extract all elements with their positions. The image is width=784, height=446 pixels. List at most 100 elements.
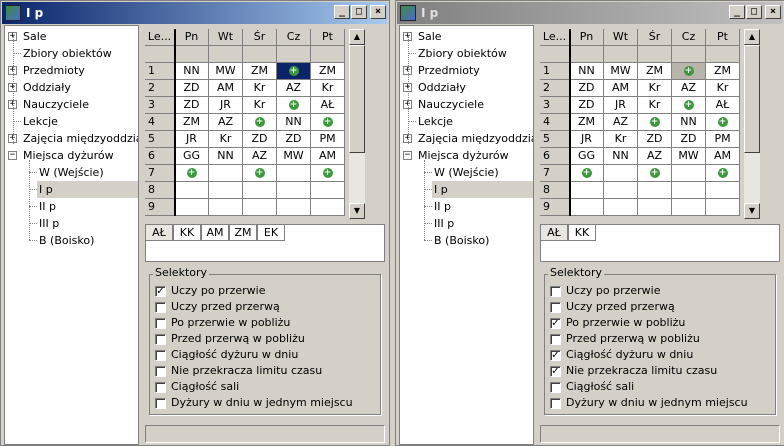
selector-checkbox[interactable]: Nie przekracza limitu czasu xyxy=(155,363,322,379)
row-header[interactable]: 5 xyxy=(540,131,570,148)
column-header[interactable]: Wt xyxy=(209,29,243,46)
tree-expander-icon[interactable]: − xyxy=(8,151,17,160)
grid-cell[interactable]: JR xyxy=(604,97,638,114)
tree-child-item[interactable]: II p xyxy=(432,198,453,215)
checkbox-box[interactable] xyxy=(155,365,166,377)
tree-item[interactable]: Zajęcia międzyoddziało xyxy=(21,130,138,147)
grid-cell[interactable]: AM xyxy=(706,148,740,165)
column-header[interactable]: Pt xyxy=(706,29,740,46)
selector-checkbox[interactable]: ✓ Po przerwie w pobliżu xyxy=(550,315,685,331)
minimize-icon[interactable]: _ xyxy=(334,5,350,19)
grid-cell[interactable]: NN xyxy=(175,63,209,80)
grid-cell[interactable]: GG xyxy=(175,148,209,165)
title-bar[interactable]: I p _ □ × xyxy=(397,2,783,24)
scroll-thumb[interactable] xyxy=(744,45,760,153)
row-header[interactable]: 9 xyxy=(540,199,570,216)
grid-cell[interactable]: Kr xyxy=(638,97,672,114)
grid-cell[interactable]: + xyxy=(277,97,311,114)
grid-cell[interactable]: JR xyxy=(209,97,243,114)
selector-checkbox[interactable]: Uczy po przerwie xyxy=(550,283,660,299)
grid-cell[interactable] xyxy=(277,165,311,182)
grid-cell[interactable]: NN xyxy=(277,114,311,131)
title-bar[interactable]: I p _ □ × xyxy=(2,2,388,24)
tab-kk[interactable]: KK xyxy=(568,224,596,241)
checkbox-box[interactable] xyxy=(155,381,166,393)
tab-kk[interactable]: KK xyxy=(173,224,201,241)
grid-cell[interactable] xyxy=(175,182,209,199)
tab-ał[interactable]: AŁ xyxy=(145,224,173,241)
selector-checkbox[interactable]: Ciągłość sali xyxy=(550,379,634,395)
grid-cell[interactable] xyxy=(672,199,706,216)
grid-cell[interactable]: AM xyxy=(311,148,345,165)
grid-cell[interactable]: + xyxy=(638,165,672,182)
grid-cell[interactable]: AZ xyxy=(638,148,672,165)
grid-cell[interactable]: Kr xyxy=(311,80,345,97)
tree-item[interactable]: Sale xyxy=(416,28,444,45)
column-header[interactable]: Le... xyxy=(540,29,570,46)
grid-cell[interactable]: + xyxy=(706,165,740,182)
grid-cell[interactable] xyxy=(243,199,277,216)
grid-cell[interactable]: ZM xyxy=(175,114,209,131)
grid-cell[interactable] xyxy=(277,46,311,63)
tab-ał[interactable]: AŁ xyxy=(540,224,568,241)
grid-cell[interactable]: + xyxy=(672,63,706,80)
grid-cell[interactable] xyxy=(604,165,638,182)
grid-cell[interactable]: + xyxy=(243,165,277,182)
grid-cell[interactable]: ZD xyxy=(638,131,672,148)
checkbox-box[interactable] xyxy=(550,333,561,345)
row-header[interactable]: 5 xyxy=(145,131,175,148)
grid-cell[interactable]: Kr xyxy=(243,80,277,97)
grid-cell[interactable] xyxy=(209,182,243,199)
grid-cell[interactable]: ZD xyxy=(570,97,604,114)
row-header[interactable]: 9 xyxy=(145,199,175,216)
selector-checkbox[interactable]: Uczy przed przerwą xyxy=(550,299,675,315)
tree-item[interactable]: Lekcje xyxy=(21,113,60,130)
schedule-grid[interactable]: Le... Pn Wt Śr Cz Pt 1 NN MW ZM + ZM 2 ZD AM Kr AZ Kr 3 ZD J… xyxy=(145,29,385,219)
selector-checkbox[interactable]: Przed przerwą w pobliżu xyxy=(155,331,305,347)
tree-item[interactable]: Miejsca dyżurów xyxy=(21,147,116,164)
grid-cell[interactable]: + xyxy=(277,63,311,80)
grid-vertical-scrollbar[interactable]: ▲ ▼ xyxy=(744,29,760,219)
checkmark-icon[interactable]: ✓ xyxy=(550,317,561,329)
maximize-icon[interactable]: □ xyxy=(351,5,367,19)
grid-cell[interactable]: AZ xyxy=(209,114,243,131)
close-icon[interactable]: × xyxy=(765,5,781,19)
tree-item[interactable]: Nauczyciele xyxy=(416,96,486,113)
grid-cell[interactable] xyxy=(672,46,706,63)
maximize-icon[interactable]: □ xyxy=(746,5,762,19)
grid-cell[interactable] xyxy=(570,199,604,216)
grid-cell[interactable]: AŁ xyxy=(311,97,345,114)
grid-cell[interactable] xyxy=(604,182,638,199)
checkmark-icon[interactable]: ✓ xyxy=(550,365,561,377)
tab-ek[interactable]: EK xyxy=(257,224,285,241)
grid-cell[interactable]: NN xyxy=(209,148,243,165)
column-header[interactable]: Śr xyxy=(638,29,672,46)
grid-cell[interactable]: MW xyxy=(277,148,311,165)
column-header[interactable]: Pn xyxy=(570,29,604,46)
grid-cell[interactable]: Kr xyxy=(243,97,277,114)
grid-cell[interactable]: + xyxy=(311,165,345,182)
tree-child-item[interactable]: III p xyxy=(37,215,61,232)
grid-cell[interactable]: ZD xyxy=(175,80,209,97)
scroll-up-icon[interactable]: ▲ xyxy=(349,29,365,45)
row-header[interactable]: 1 xyxy=(540,63,570,80)
row-header[interactable]: 4 xyxy=(145,114,175,131)
row-header[interactable]: 1 xyxy=(145,63,175,80)
grid-cell[interactable]: ZD xyxy=(175,97,209,114)
grid-cell[interactable]: ZM xyxy=(243,63,277,80)
selector-checkbox[interactable]: Po przerwie w pobliżu xyxy=(155,315,290,331)
row-header[interactable]: 7 xyxy=(540,165,570,182)
row-header[interactable]: 7 xyxy=(145,165,175,182)
schedule-grid[interactable]: Le... Pn Wt Śr Cz Pt 1 NN MW ZM + ZM 2 ZD AM Kr AZ Kr 3 ZD J… xyxy=(540,29,780,219)
tree-child-item[interactable]: B (Boisko) xyxy=(432,232,491,249)
grid-cell[interactable]: AZ xyxy=(604,114,638,131)
grid-cell[interactable]: MW xyxy=(604,63,638,80)
grid-cell[interactable]: AŁ xyxy=(706,97,740,114)
tree-item[interactable]: Zbiory obiektów xyxy=(416,45,509,62)
grid-cell[interactable]: ZM xyxy=(311,63,345,80)
column-header[interactable]: Wt xyxy=(604,29,638,46)
grid-cell[interactable]: GG xyxy=(570,148,604,165)
checkbox-box[interactable] xyxy=(155,333,166,345)
grid-cell[interactable] xyxy=(243,182,277,199)
tree-item[interactable]: Zbiory obiektów xyxy=(21,45,114,62)
